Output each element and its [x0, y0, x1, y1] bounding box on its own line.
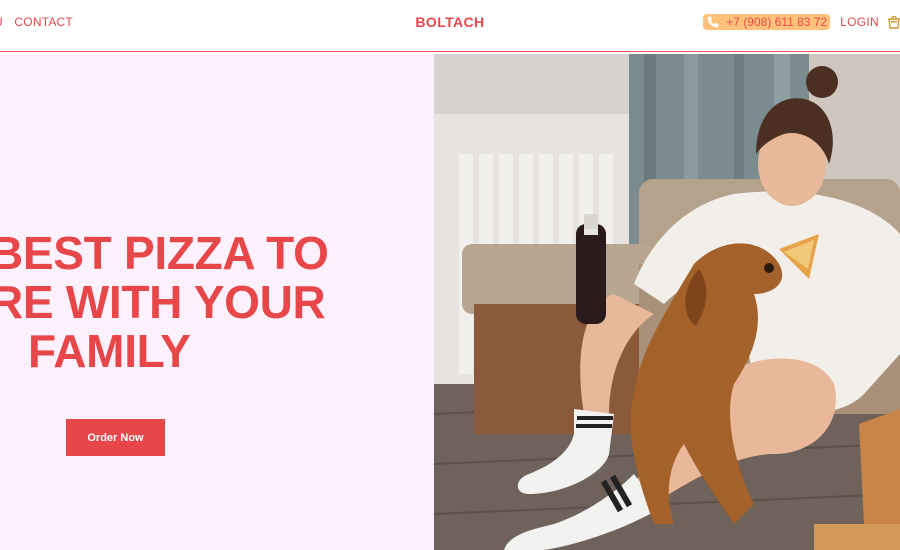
phone-icon [706, 15, 720, 29]
login-link[interactable]: LOGIN [840, 15, 879, 29]
order-now-button[interactable]: Order Now [66, 419, 165, 456]
top-nav: U CONTACT BOLTACH +7 (908) 611 83 72 LOG… [0, 0, 900, 52]
hero-section: BEST PIZZA TO RE WITH YOUR FAMILY Order … [0, 54, 434, 550]
hero-photo [434, 54, 900, 550]
hero-headline: BEST PIZZA TO RE WITH YOUR FAMILY [0, 229, 412, 376]
phone-link[interactable]: +7 (908) 611 83 72 [703, 14, 831, 30]
cart-icon[interactable] [888, 15, 900, 29]
headline-line-3: FAMILY [28, 325, 191, 377]
headline-line-2: RE WITH YOUR [0, 276, 326, 328]
nav-actions: +7 (908) 611 83 72 LOGIN [703, 13, 900, 31]
headline-line-1: BEST PIZZA TO [0, 227, 329, 279]
phone-number: +7 (908) 611 83 72 [726, 15, 828, 29]
